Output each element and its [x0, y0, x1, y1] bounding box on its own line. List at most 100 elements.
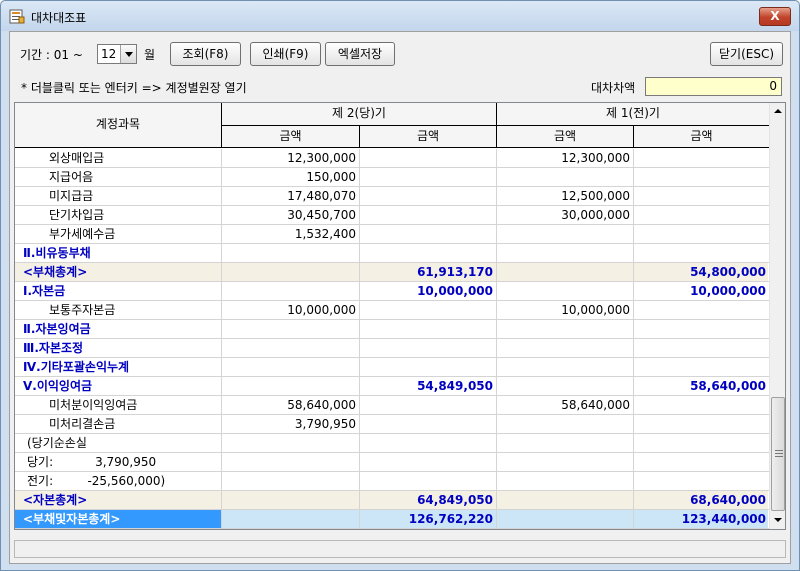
account-name-cell[interactable]: 단기차입금 — [15, 206, 222, 225]
amount-cell[interactable] — [634, 149, 770, 168]
amount-cell[interactable]: 68,640,000 — [634, 491, 770, 510]
header-amount[interactable]: 금액 — [497, 126, 634, 148]
scroll-up-icon[interactable] — [770, 103, 785, 120]
amount-cell[interactable] — [360, 358, 497, 377]
header-amount[interactable]: 금액 — [634, 126, 770, 148]
amount-cell[interactable] — [634, 225, 770, 244]
amount-cell[interactable] — [497, 282, 634, 301]
amount-cell[interactable] — [360, 225, 497, 244]
amount-cell[interactable] — [634, 472, 770, 491]
account-name-cell[interactable]: Ⅰ.자본금 — [15, 282, 222, 301]
account-name-cell[interactable]: Ⅲ.자본조정 — [15, 339, 222, 358]
amount-cell[interactable] — [497, 491, 634, 510]
amount-cell[interactable] — [497, 377, 634, 396]
amount-cell[interactable]: 12,300,000 — [497, 149, 634, 168]
account-name-cell[interactable]: 지급어음 — [15, 168, 222, 187]
amount-cell[interactable] — [360, 415, 497, 434]
amount-cell[interactable] — [634, 453, 770, 472]
amount-cell[interactable]: 64,849,050 — [360, 491, 497, 510]
amount-cell[interactable] — [222, 282, 360, 301]
account-name-cell[interactable]: (당기순손실 — [15, 434, 222, 453]
amount-cell[interactable] — [360, 320, 497, 339]
table-row[interactable]: 단기차입금 30,450,700 30,000,000 — [15, 206, 770, 225]
amount-cell[interactable] — [497, 339, 634, 358]
table-row[interactable]: <부채총계> 61,913,170 54,800,000 — [15, 263, 770, 282]
amount-cell[interactable]: 150,000 — [222, 168, 360, 187]
amount-cell[interactable] — [634, 339, 770, 358]
amount-cell[interactable]: 58,640,000 — [634, 377, 770, 396]
amount-cell[interactable] — [222, 472, 360, 491]
scroll-down-icon[interactable] — [770, 512, 785, 529]
amount-cell[interactable] — [497, 244, 634, 263]
amount-cell[interactable]: 10,000,000 — [360, 282, 497, 301]
table-row[interactable]: Ⅴ.이익잉여금 54,849,050 58,640,000 — [15, 377, 770, 396]
amount-cell[interactable]: 58,640,000 — [222, 396, 360, 415]
account-name-cell[interactable]: 미지급금 — [15, 187, 222, 206]
amount-cell[interactable]: 10,000,000 — [634, 282, 770, 301]
amount-cell[interactable] — [222, 244, 360, 263]
header-amount[interactable]: 금액 — [360, 126, 497, 148]
amount-cell[interactable] — [497, 415, 634, 434]
header-period1[interactable]: 제 1(전)기 — [497, 103, 770, 126]
table-row[interactable]: 지급어음 150,000 — [15, 168, 770, 187]
vertical-scrollbar[interactable] — [769, 103, 785, 529]
table-row[interactable]: (당기순손실 — [15, 434, 770, 453]
amount-cell[interactable] — [222, 358, 360, 377]
amount-cell[interactable]: 3,790,950 — [222, 415, 360, 434]
amount-cell[interactable] — [634, 434, 770, 453]
amount-cell[interactable] — [634, 415, 770, 434]
amount-cell[interactable] — [634, 396, 770, 415]
table-row[interactable]: 보통주자본금 10,000,000 10,000,000 — [15, 301, 770, 320]
amount-cell[interactable] — [222, 510, 360, 529]
amount-cell[interactable]: 30,000,000 — [497, 206, 634, 225]
amount-cell[interactable] — [497, 453, 634, 472]
table-row[interactable]: 당기: 3,790,950 — [15, 453, 770, 472]
print-button[interactable]: 인쇄(F9) — [250, 42, 321, 66]
table-row[interactable]: Ⅳ.기타포괄손익누계 — [15, 358, 770, 377]
close-window-button[interactable]: X — [759, 7, 791, 26]
header-amount[interactable]: 금액 — [222, 126, 360, 148]
amount-cell[interactable]: 10,000,000 — [222, 301, 360, 320]
scroll-thumb[interactable] — [771, 397, 785, 511]
account-name-cell[interactable]: 보통주자본금 — [15, 301, 222, 320]
amount-cell[interactable] — [360, 396, 497, 415]
amount-cell[interactable]: 1,532,400 — [222, 225, 360, 244]
account-name-cell[interactable]: 외상매입금 — [15, 149, 222, 168]
amount-cell[interactable] — [634, 358, 770, 377]
account-name-cell[interactable]: Ⅴ.이익잉여금 — [15, 377, 222, 396]
amount-cell[interactable] — [222, 263, 360, 282]
header-period2[interactable]: 제 2(당)기 — [222, 103, 497, 126]
account-name-cell[interactable]: Ⅱ.자본잉여금 — [15, 320, 222, 339]
table-row[interactable]: 부가세예수금 1,532,400 — [15, 225, 770, 244]
account-name-cell[interactable]: 부가세예수금 — [15, 225, 222, 244]
amount-cell[interactable] — [360, 453, 497, 472]
query-button[interactable]: 조회(F8) — [170, 42, 241, 66]
table-row[interactable]: 미지급금 17,480,070 12,500,000 — [15, 187, 770, 206]
table-row[interactable]: Ⅱ.비유동부채 — [15, 244, 770, 263]
amount-cell[interactable]: 54,849,050 — [360, 377, 497, 396]
amount-cell[interactable] — [360, 244, 497, 263]
amount-cell[interactable] — [634, 187, 770, 206]
close-button[interactable]: 닫기(ESC) — [710, 42, 783, 66]
amount-cell[interactable] — [497, 168, 634, 187]
amount-cell[interactable]: 12,500,000 — [497, 187, 634, 206]
table-row[interactable]: 전기: -25,560,000) — [15, 472, 770, 491]
amount-cell[interactable]: 61,913,170 — [360, 263, 497, 282]
amount-cell[interactable] — [360, 339, 497, 358]
amount-cell[interactable]: 17,480,070 — [222, 187, 360, 206]
table-row[interactable]: 외상매입금 12,300,000 12,300,000 — [15, 149, 770, 168]
amount-cell[interactable] — [360, 301, 497, 320]
amount-cell[interactable] — [360, 472, 497, 491]
account-name-cell[interactable]: <자본총계> — [15, 491, 222, 510]
amount-cell[interactable] — [497, 263, 634, 282]
amount-cell[interactable] — [222, 434, 360, 453]
account-name-cell[interactable]: 전기: -25,560,000) — [15, 472, 222, 491]
amount-cell[interactable] — [360, 206, 497, 225]
header-account[interactable]: 계정과목 — [15, 103, 222, 148]
amount-cell[interactable]: 58,640,000 — [497, 396, 634, 415]
account-name-cell[interactable]: Ⅳ.기타포괄손익누계 — [15, 358, 222, 377]
table-row[interactable]: <부채및자본총계> 126,762,220 123,440,000 — [15, 510, 770, 529]
amount-cell[interactable] — [222, 453, 360, 472]
amount-cell[interactable]: 10,000,000 — [497, 301, 634, 320]
difference-field[interactable]: 0 — [645, 77, 782, 96]
